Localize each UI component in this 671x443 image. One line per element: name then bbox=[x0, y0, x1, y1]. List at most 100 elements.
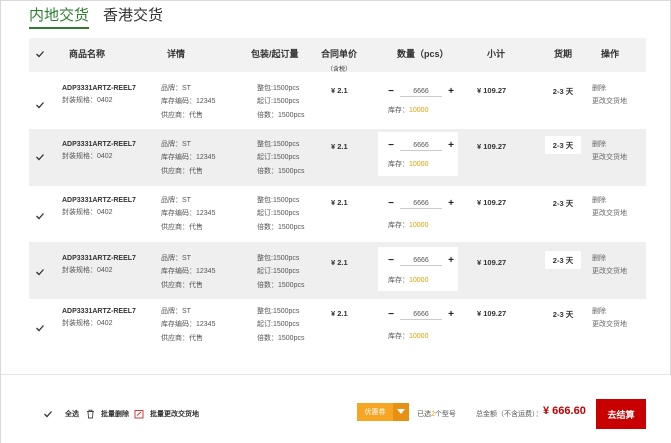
table-row: ADP3331ARTZ-REEL7 封装规格：0402 品牌：ST 库存编码：1… bbox=[29, 129, 646, 186]
product-stock-code: 库存编码：12345 bbox=[161, 154, 216, 161]
batch-change-delivery-label: 批量更改交货地 bbox=[150, 411, 199, 418]
package-full: 整包:1500pcs bbox=[257, 141, 300, 148]
product-stock-code: 库存编码：12345 bbox=[161, 98, 216, 105]
row-subtotal: ¥ 109.27 bbox=[477, 86, 507, 95]
plus-button[interactable]: + bbox=[446, 199, 456, 209]
package-full: 整包:1500pcs bbox=[257, 197, 300, 204]
plus-button[interactable]: + bbox=[446, 87, 456, 97]
product-spec: 封装规格：0402 bbox=[62, 209, 113, 216]
change-delivery-link[interactable]: 更改交货地 bbox=[592, 265, 627, 279]
delivery-tabs: 内地交货 香港交货 bbox=[29, 7, 163, 29]
product-brand: 品牌：ST bbox=[161, 255, 191, 262]
plus-button[interactable]: + bbox=[446, 141, 456, 151]
batch-change-delivery-button[interactable]: 批量更改交货地 bbox=[134, 409, 199, 419]
stock-info: 库存：10000 bbox=[388, 275, 428, 285]
package-moq: 起订:1500pcs bbox=[257, 210, 300, 217]
quantity-stepper: − 6666 + bbox=[386, 141, 456, 151]
row-checkbox[interactable] bbox=[35, 152, 45, 162]
header-package: 包装/起订量 bbox=[251, 49, 299, 59]
package-multiple: 倍数：1500pcs bbox=[257, 168, 305, 175]
cart-page: 内地交货 香港交货 商品名称 详情 包装/起订量 合同单价 （含税） 数量（pc… bbox=[0, 0, 671, 443]
row-checkbox[interactable] bbox=[35, 100, 45, 110]
delivery-time: 2-3 天 bbox=[544, 250, 582, 270]
quantity-area: − 6666 + 库存：10000 bbox=[378, 190, 458, 234]
unit-price: ¥ 2.1 bbox=[331, 142, 348, 151]
package-full: 整包:1500pcs bbox=[257, 308, 300, 315]
minus-button[interactable]: − bbox=[386, 199, 396, 209]
row-checkbox[interactable] bbox=[35, 211, 45, 221]
total-amount: ¥ 666.60 bbox=[543, 405, 586, 417]
table-row: ADP3331ARTZ-REEL7 封装规格：0402 品牌：ST 库存编码：1… bbox=[29, 242, 646, 299]
stock-label: 库存： bbox=[388, 277, 409, 284]
quantity-input[interactable]: 6666 bbox=[400, 87, 442, 97]
batch-delete-label: 批量删除 bbox=[101, 411, 129, 418]
selected-prefix: 已选 bbox=[417, 411, 431, 418]
header-select-all-checkbox[interactable] bbox=[35, 49, 45, 59]
header-delivery: 货期 bbox=[554, 49, 573, 59]
plus-button[interactable]: + bbox=[446, 256, 456, 266]
product-stock-code: 库存编码：12345 bbox=[161, 321, 216, 328]
quantity-area: − 6666 + 库存：10000 bbox=[378, 301, 458, 345]
product-brand: 品牌：ST bbox=[161, 85, 191, 92]
unit-price: ¥ 2.1 bbox=[331, 258, 348, 267]
delete-link[interactable]: 删除 bbox=[592, 138, 606, 152]
package-moq: 起订:1500pcs bbox=[257, 268, 300, 275]
header-quantity: 数量（pcs） bbox=[397, 49, 449, 59]
stock-info: 库存：10000 bbox=[388, 105, 428, 115]
chevron-down-icon bbox=[393, 403, 409, 421]
quantity-input[interactable]: 6666 bbox=[400, 199, 442, 209]
product-supplier: 供应商：代售 bbox=[161, 112, 203, 119]
cart-table: 商品名称 详情 包装/起订量 合同单价 （含税） 数量（pcs） 小计 货期 操… bbox=[29, 38, 646, 356]
check-icon bbox=[36, 154, 44, 161]
minus-button[interactable]: − bbox=[386, 256, 396, 266]
row-checkbox[interactable] bbox=[35, 267, 45, 277]
delete-link[interactable]: 删除 bbox=[592, 305, 606, 319]
delete-link[interactable]: 删除 bbox=[592, 82, 606, 96]
package-moq: 起订:1500pcs bbox=[257, 154, 300, 161]
check-icon bbox=[36, 325, 44, 332]
product-spec: 封装规格：0402 bbox=[62, 267, 113, 274]
minus-button[interactable]: − bbox=[386, 141, 396, 151]
delivery-time: 2-3 天 bbox=[552, 199, 574, 208]
product-brand: 品牌：ST bbox=[161, 197, 191, 204]
stock-label: 库存： bbox=[388, 161, 409, 168]
stock-value: 10000 bbox=[409, 222, 429, 229]
package-multiple: 倍数：1500pcs bbox=[257, 224, 305, 231]
package-full: 整包:1500pcs bbox=[257, 85, 300, 92]
change-delivery-link[interactable]: 更改交货地 bbox=[592, 318, 627, 332]
checkout-button[interactable]: 去结算 bbox=[596, 399, 646, 429]
delete-link[interactable]: 删除 bbox=[592, 194, 606, 208]
product-supplier: 供应商：代售 bbox=[161, 282, 203, 289]
change-delivery-link[interactable]: 更改交货地 bbox=[592, 151, 627, 165]
delete-link[interactable]: 删除 bbox=[592, 252, 606, 266]
change-delivery-link[interactable]: 更改交货地 bbox=[592, 207, 627, 221]
tab-hongkong-delivery[interactable]: 香港交货 bbox=[103, 7, 163, 29]
check-icon bbox=[36, 213, 44, 220]
batch-delete-button[interactable]: 批量删除 bbox=[86, 409, 129, 419]
header-product-name: 商品名称 bbox=[69, 49, 106, 59]
delivery-time: 2-3 天 bbox=[552, 310, 574, 319]
quantity-input[interactable]: 6666 bbox=[400, 310, 442, 320]
product-stock-code: 库存编码：12345 bbox=[161, 268, 216, 275]
stock-value: 10000 bbox=[409, 333, 429, 340]
row-checkbox[interactable] bbox=[35, 323, 45, 333]
quantity-stepper: − 6666 + bbox=[386, 199, 456, 209]
unit-price: ¥ 2.1 bbox=[331, 198, 348, 207]
change-delivery-link[interactable]: 更改交货地 bbox=[592, 95, 627, 109]
table-header: 商品名称 详情 包装/起订量 合同单价 （含税） 数量（pcs） 小计 货期 操… bbox=[29, 38, 646, 73]
check-icon bbox=[36, 51, 44, 58]
quantity-input[interactable]: 6666 bbox=[400, 141, 442, 151]
plus-button[interactable]: + bbox=[446, 310, 456, 320]
select-all-button[interactable]: 全选 bbox=[43, 409, 79, 419]
row-subtotal: ¥ 109.27 bbox=[477, 142, 507, 151]
delivery-time: 2-3 天 bbox=[552, 87, 574, 96]
package-multiple: 倍数：1500pcs bbox=[257, 335, 305, 342]
quantity-input[interactable]: 6666 bbox=[400, 256, 442, 266]
coupon-label: 优惠券 bbox=[364, 409, 386, 416]
coupon-dropdown[interactable]: 优惠券 bbox=[357, 403, 409, 421]
minus-button[interactable]: − bbox=[386, 87, 396, 97]
tab-mainland-delivery[interactable]: 内地交货 bbox=[29, 7, 90, 29]
header-details: 详情 bbox=[167, 49, 186, 59]
minus-button[interactable]: − bbox=[386, 310, 396, 320]
stock-info: 库存：10000 bbox=[388, 159, 428, 169]
